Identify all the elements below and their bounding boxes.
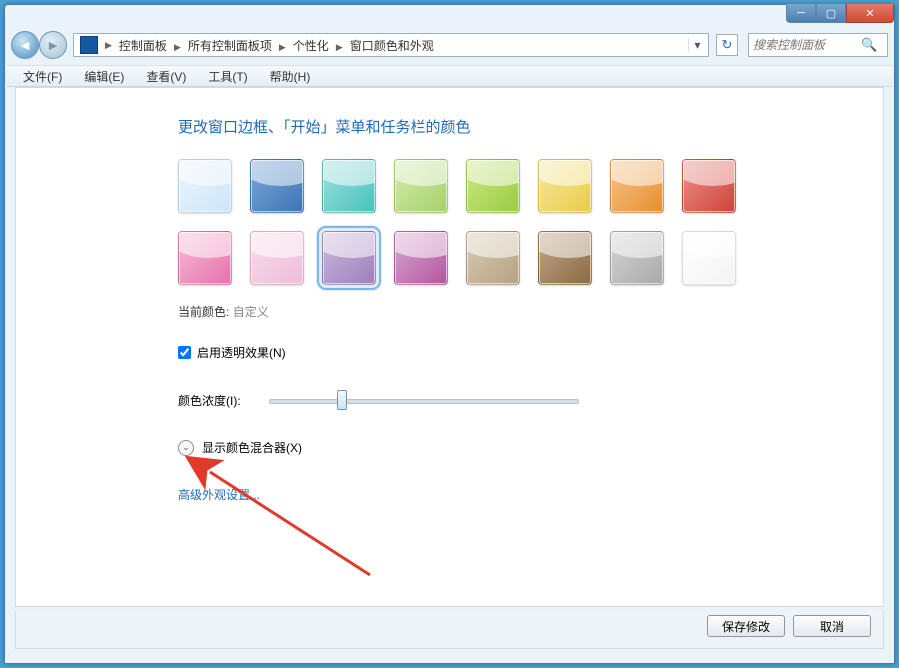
chevron-down-icon: ⌄ (178, 440, 194, 456)
window-frame: ─ ▢ ✕ ◄ ► ▶ 控制面板▶所有控制面板项▶个性化▶窗口颜色和外观 ▾ ↻… (4, 4, 895, 664)
color-swatch-taupe[interactable] (466, 231, 520, 285)
nav-forward-button[interactable]: ► (39, 31, 67, 59)
color-swatch-violet[interactable] (322, 231, 376, 285)
menu-view[interactable]: 查看(V) (136, 66, 196, 87)
nav-row: ◄ ► ▶ 控制面板▶所有控制面板项▶个性化▶窗口颜色和外观 ▾ ↻ 🔍 (11, 29, 888, 61)
color-swatch-leaf[interactable] (394, 159, 448, 213)
search-icon: 🔍 (861, 37, 877, 53)
chevron-right-icon: ▶ (171, 42, 184, 52)
color-swatch-pink[interactable] (178, 231, 232, 285)
color-swatch-orange[interactable] (610, 159, 664, 213)
minimize-button[interactable]: ─ (786, 4, 816, 23)
address-bar[interactable]: ▶ 控制面板▶所有控制面板项▶个性化▶窗口颜色和外观 ▾ (73, 33, 709, 57)
nav-back-button[interactable]: ◄ (11, 31, 39, 59)
color-swatch-slate[interactable] (610, 231, 664, 285)
content-pane: 更改窗口边框、「开始」菜单和任务栏的颜色 当前颜色: 自定义 启用透明效果(N)… (15, 87, 884, 607)
enable-transparency-checkbox[interactable] (178, 346, 191, 359)
menu-tools[interactable]: 工具(T) (198, 66, 257, 87)
breadcrumb-1[interactable]: 所有控制面板项 (184, 39, 276, 53)
color-swatch-sky[interactable] (178, 159, 232, 213)
save-button[interactable]: 保存修改 (707, 615, 785, 637)
color-swatch-teal[interactable] (322, 159, 376, 213)
show-color-mixer-toggle[interactable]: ⌄ 显示颜色混合器(X) (178, 439, 883, 456)
maximize-button[interactable]: ▢ (816, 4, 846, 23)
breadcrumb-2[interactable]: 个性化 (289, 39, 333, 53)
current-color-label: 当前颜色: (178, 305, 229, 319)
chevron-right-icon: ▶ (276, 42, 289, 52)
color-intensity-slider[interactable] (269, 391, 579, 409)
breadcrumb-0[interactable]: 控制面板 (115, 39, 171, 53)
slider-thumb[interactable] (337, 390, 347, 410)
titlebar: ─ ▢ ✕ (5, 5, 894, 27)
footer-bar: 保存修改 取消 (15, 611, 884, 649)
cancel-button[interactable]: 取消 (793, 615, 871, 637)
chevron-right-icon: ▶ (333, 42, 346, 52)
search-box[interactable]: 🔍 (748, 33, 888, 57)
chevron-right-icon: ▶ (102, 40, 115, 51)
menu-bar: 文件(F) 编辑(E) 查看(V) 工具(T) 帮助(H) (7, 65, 892, 87)
color-swatch-red[interactable] (682, 159, 736, 213)
search-input[interactable] (753, 38, 861, 52)
color-swatch-lime[interactable] (466, 159, 520, 213)
refresh-button[interactable]: ↻ (716, 34, 738, 56)
color-swatch-grid (178, 159, 778, 285)
menu-help[interactable]: 帮助(H) (260, 66, 321, 87)
enable-transparency-label[interactable]: 启用透明效果(N) (197, 344, 286, 361)
color-swatch-frost[interactable] (682, 231, 736, 285)
color-intensity-label: 颜色浓度(I): (178, 392, 241, 409)
menu-file[interactable]: 文件(F) (13, 66, 72, 87)
breadcrumb-3[interactable]: 窗口颜色和外观 (346, 39, 438, 53)
color-swatch-blue[interactable] (250, 159, 304, 213)
show-color-mixer-label: 显示颜色混合器(X) (202, 439, 302, 456)
address-dropdown-button[interactable]: ▾ (688, 38, 706, 52)
current-color-value: 自定义 (233, 305, 269, 319)
color-swatch-sun[interactable] (538, 159, 592, 213)
control-panel-icon (80, 36, 98, 54)
color-swatch-blush[interactable] (250, 231, 304, 285)
menu-edit[interactable]: 编辑(E) (74, 66, 134, 87)
close-button[interactable]: ✕ (846, 4, 894, 23)
page-heading: 更改窗口边框、「开始」菜单和任务栏的颜色 (178, 116, 883, 137)
color-swatch-fuchsia[interactable] (394, 231, 448, 285)
color-swatch-brown[interactable] (538, 231, 592, 285)
advanced-appearance-link[interactable]: 高级外观设置... (178, 486, 260, 503)
